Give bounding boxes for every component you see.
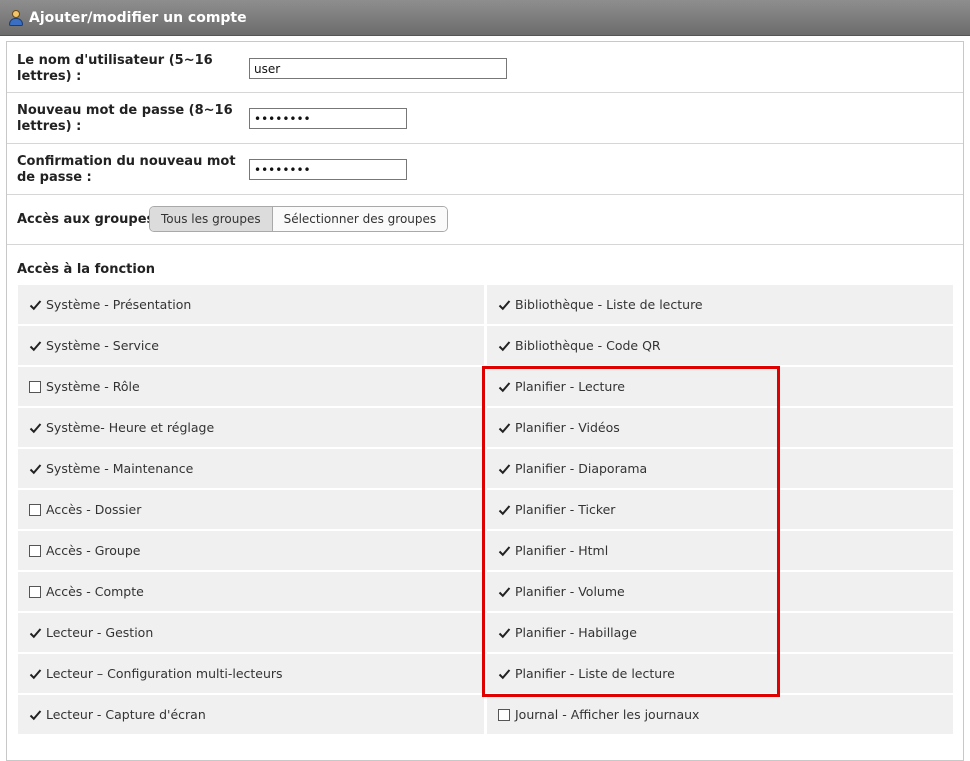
function-item[interactable]: Bibliothèque - Code QR [487, 326, 953, 365]
function-item-label: Planifier - Lecture [515, 379, 625, 394]
function-item-label: Planifier - Volume [515, 584, 625, 599]
window-title: Ajouter/modifier un compte [29, 9, 247, 26]
group-access-toggle: Tous les groupes Sélectionner des groupe… [149, 206, 449, 232]
confirm-password-input[interactable] [249, 159, 407, 180]
confirm-password-row: Confirmation du nouveau mot de passe : [7, 144, 963, 195]
function-item[interactable]: Planifier - Liste de lecture [487, 654, 953, 693]
checkmark-icon[interactable] [497, 544, 511, 558]
checkmark-icon[interactable] [28, 708, 42, 722]
checkmark-icon[interactable] [497, 626, 511, 640]
function-item[interactable]: Système - Maintenance [18, 449, 484, 488]
function-item-label: Accès - Dossier [46, 502, 142, 517]
function-item-label: Lecteur – Configuration multi-lecteurs [46, 666, 283, 681]
function-item-label: Système- Heure et réglage [46, 420, 215, 435]
user-icon [8, 9, 24, 27]
function-item-label: Planifier - Vidéos [515, 420, 620, 435]
checkmark-icon[interactable] [28, 298, 42, 312]
confirm-password-label: Confirmation du nouveau mot de passe : [17, 154, 236, 185]
function-item-label: Planifier - Html [515, 543, 609, 558]
function-item[interactable]: Système- Heure et réglage [18, 408, 484, 447]
checkmark-icon[interactable] [28, 667, 42, 681]
checkmark-icon[interactable] [497, 462, 511, 476]
function-access-title: Accès à la fonction [17, 262, 156, 277]
function-item[interactable]: Journal - Afficher les journaux [487, 695, 953, 734]
function-item[interactable]: Lecteur - Gestion [18, 613, 484, 652]
username-label: Le nom d'utilisateur (5~16 lettres) : [17, 53, 213, 84]
checkmark-icon[interactable] [497, 503, 511, 517]
checkbox-empty-icon[interactable] [29, 585, 41, 598]
function-item[interactable]: Système - Rôle [18, 367, 484, 406]
function-item[interactable]: Accès - Compte [18, 572, 484, 611]
function-item-label: Planifier - Diaporama [515, 461, 648, 476]
group-access-row: Accès aux groupes Tous les groupes Sélec… [7, 195, 963, 245]
function-item-label: Journal - Afficher les journaux [515, 707, 700, 722]
checkmark-icon[interactable] [497, 380, 511, 394]
checkmark-icon[interactable] [28, 421, 42, 435]
password-input[interactable] [249, 108, 407, 129]
function-item-label: Planifier - Liste de lecture [515, 666, 675, 681]
function-access-grid: Système - Présentation Bibliothèque - Lis… [18, 285, 953, 736]
function-item-label: Accès - Groupe [46, 543, 141, 558]
select-groups-button[interactable]: Sélectionner des groupes [272, 207, 448, 231]
function-item-label: Planifier - Habillage [515, 625, 637, 640]
function-item-label: Système - Présentation [46, 297, 192, 312]
function-item[interactable]: Lecteur - Capture d'écran [18, 695, 484, 734]
checkmark-icon[interactable] [497, 421, 511, 435]
function-item[interactable]: Planifier - Ticker [487, 490, 953, 529]
username-input[interactable] [249, 58, 507, 79]
function-item[interactable]: Planifier - Habillage [487, 613, 953, 652]
function-item-label: Système - Service [46, 338, 159, 353]
function-item[interactable]: Système - Présentation [18, 285, 484, 324]
checkmark-icon[interactable] [497, 667, 511, 681]
function-item[interactable]: Système - Service [18, 326, 484, 365]
all-groups-button[interactable]: Tous les groupes [150, 207, 273, 231]
function-item[interactable]: Planifier - Diaporama [487, 449, 953, 488]
checkmark-icon[interactable] [28, 339, 42, 353]
checkbox-empty-icon[interactable] [29, 503, 41, 516]
function-item[interactable]: Planifier - Lecture [487, 367, 953, 406]
account-form-panel: Le nom d'utilisateur (5~16 lettres) : No… [6, 41, 964, 761]
checkmark-icon[interactable] [28, 626, 42, 640]
checkbox-empty-icon[interactable] [29, 544, 41, 557]
function-item-label: Système - Rôle [46, 379, 140, 394]
function-item[interactable]: Accès - Groupe [18, 531, 484, 570]
username-row: Le nom d'utilisateur (5~16 lettres) : [7, 42, 963, 93]
function-item-label: Accès - Compte [46, 584, 144, 599]
function-item-label: Bibliothèque - Code QR [515, 338, 661, 353]
function-item[interactable]: Planifier - Vidéos [487, 408, 953, 447]
function-item-label: Lecteur - Capture d'écran [46, 707, 206, 722]
window-titlebar: Ajouter/modifier un compte [0, 0, 970, 36]
checkmark-icon[interactable] [28, 462, 42, 476]
checkmark-icon[interactable] [497, 585, 511, 599]
function-item[interactable]: Lecteur – Configuration multi-lecteurs [18, 654, 484, 693]
function-item[interactable]: Planifier - Html [487, 531, 953, 570]
checkmark-icon[interactable] [497, 339, 511, 353]
password-row: Nouveau mot de passe (8~16 lettres) : [7, 93, 963, 144]
function-item-label: Planifier - Ticker [515, 502, 616, 517]
checkmark-icon[interactable] [497, 298, 511, 312]
function-item-label: Système - Maintenance [46, 461, 194, 476]
function-item-label: Bibliothèque - Liste de lecture [515, 297, 703, 312]
checkbox-empty-icon[interactable] [498, 708, 510, 721]
function-item[interactable]: Planifier - Volume [487, 572, 953, 611]
function-item[interactable]: Accès - Dossier [18, 490, 484, 529]
function-item[interactable]: Bibliothèque - Liste de lecture [487, 285, 953, 324]
checkbox-empty-icon[interactable] [29, 380, 41, 393]
function-item-label: Lecteur - Gestion [46, 625, 154, 640]
password-label: Nouveau mot de passe (8~16 lettres) : [17, 103, 233, 134]
